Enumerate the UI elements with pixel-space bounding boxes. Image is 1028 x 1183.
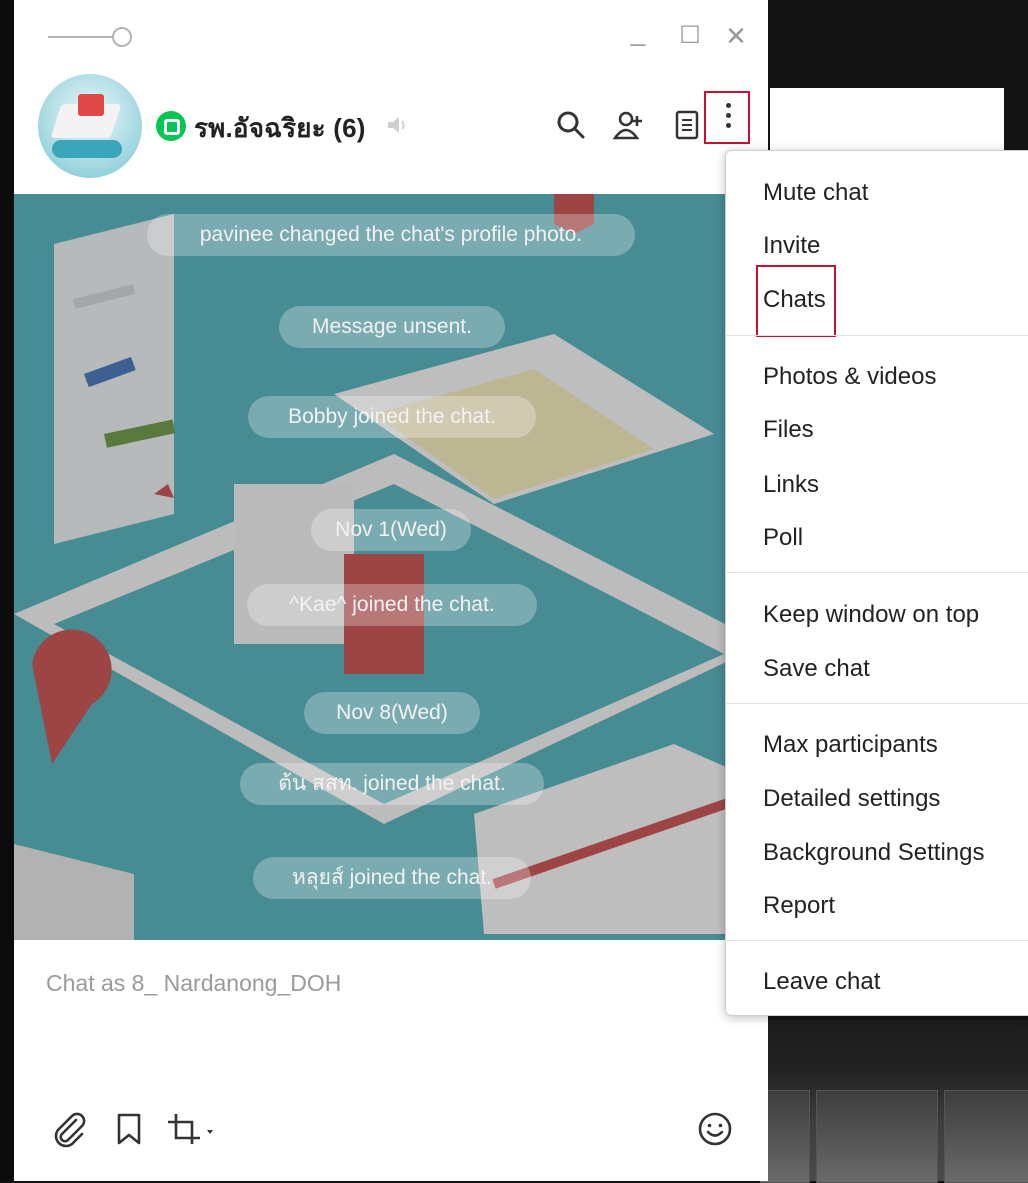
attach-icon[interactable] — [50, 1110, 88, 1148]
system-message: หลุยส์ joined the chat. — [253, 857, 531, 899]
menu-item-poll[interactable]: Poll — [763, 524, 803, 552]
background-window-strip — [770, 88, 1004, 150]
add-member-icon[interactable] — [612, 108, 646, 142]
background-photo — [760, 1020, 1028, 1183]
system-message: ต้น สสท. joined the chat. — [240, 763, 544, 805]
close-button[interactable]: ✕ — [722, 22, 750, 50]
chat-header: รพ.อัจฉริยะ (6) — [14, 70, 768, 194]
menu-divider — [726, 703, 1028, 704]
chat-title[interactable]: รพ.อัจฉริยะ (6) — [194, 108, 366, 149]
date-separator: Nov 8(Wed) — [304, 692, 480, 734]
menu-item-report[interactable]: Report — [763, 892, 835, 920]
date-separator: Nov 1(Wed) — [311, 509, 471, 551]
menu-item-save-chat[interactable]: Save chat — [763, 655, 870, 683]
title-bar: _ ☐ ✕ — [14, 0, 768, 80]
menu-item-background-settings[interactable]: Background Settings — [763, 839, 984, 867]
menu-item-chats[interactable]: Chats — [763, 286, 826, 314]
menu-item-photos-videos[interactable]: Photos & videos — [763, 363, 936, 391]
speaker-mute-icon — [388, 117, 405, 133]
chat-options-menu: Mute chat Invite Chats Photos & videos F… — [725, 150, 1028, 1016]
more-options-icon — [726, 103, 732, 133]
opacity-slider-track[interactable] — [48, 36, 120, 38]
chat-window: _ ☐ ✕ รพ.อัจฉริยะ (6) pavinee changed th… — [14, 0, 768, 1181]
maximize-button[interactable]: ☐ — [676, 22, 704, 50]
more-options-button[interactable] — [704, 91, 750, 144]
menu-item-leave-chat[interactable]: Leave chat — [763, 968, 880, 996]
system-message: ^Kae^ joined the chat. — [247, 584, 537, 626]
message-input-area[interactable]: Chat as 8_ Nardanong_DOH — [14, 940, 768, 1181]
menu-item-files[interactable]: Files — [763, 416, 814, 444]
menu-item-mute-chat[interactable]: Mute chat — [763, 179, 868, 207]
menu-divider — [726, 335, 1028, 336]
system-message: pavinee changed the chat's profile photo… — [147, 214, 635, 256]
menu-divider — [726, 940, 1028, 941]
menu-item-invite[interactable]: Invite — [763, 232, 820, 260]
group-chat-badge-icon — [156, 111, 186, 141]
system-message: Bobby joined the chat. — [248, 396, 536, 438]
emoji-icon[interactable] — [696, 1110, 734, 1148]
system-message: Message unsent. — [279, 306, 505, 348]
message-input[interactable]: Chat as 8_ Nardanong_DOH — [46, 970, 341, 997]
notes-icon[interactable] — [670, 108, 704, 142]
search-icon[interactable] — [554, 108, 588, 142]
menu-item-links[interactable]: Links — [763, 471, 819, 499]
crop-icon[interactable] — [164, 1110, 220, 1148]
minimize-button[interactable]: _ — [624, 18, 652, 46]
left-screen-edge — [0, 0, 14, 1181]
menu-item-keep-window-on-top[interactable]: Keep window on top — [763, 601, 979, 629]
bookmark-icon[interactable] — [110, 1110, 148, 1148]
menu-divider — [726, 572, 1028, 573]
opacity-slider-handle[interactable] — [112, 27, 132, 47]
menu-item-detailed-settings[interactable]: Detailed settings — [763, 785, 940, 813]
menu-item-max-participants[interactable]: Max participants — [763, 731, 938, 759]
group-avatar[interactable] — [38, 74, 142, 178]
chat-message-area[interactable]: pavinee changed the chat's profile photo… — [14, 194, 768, 940]
